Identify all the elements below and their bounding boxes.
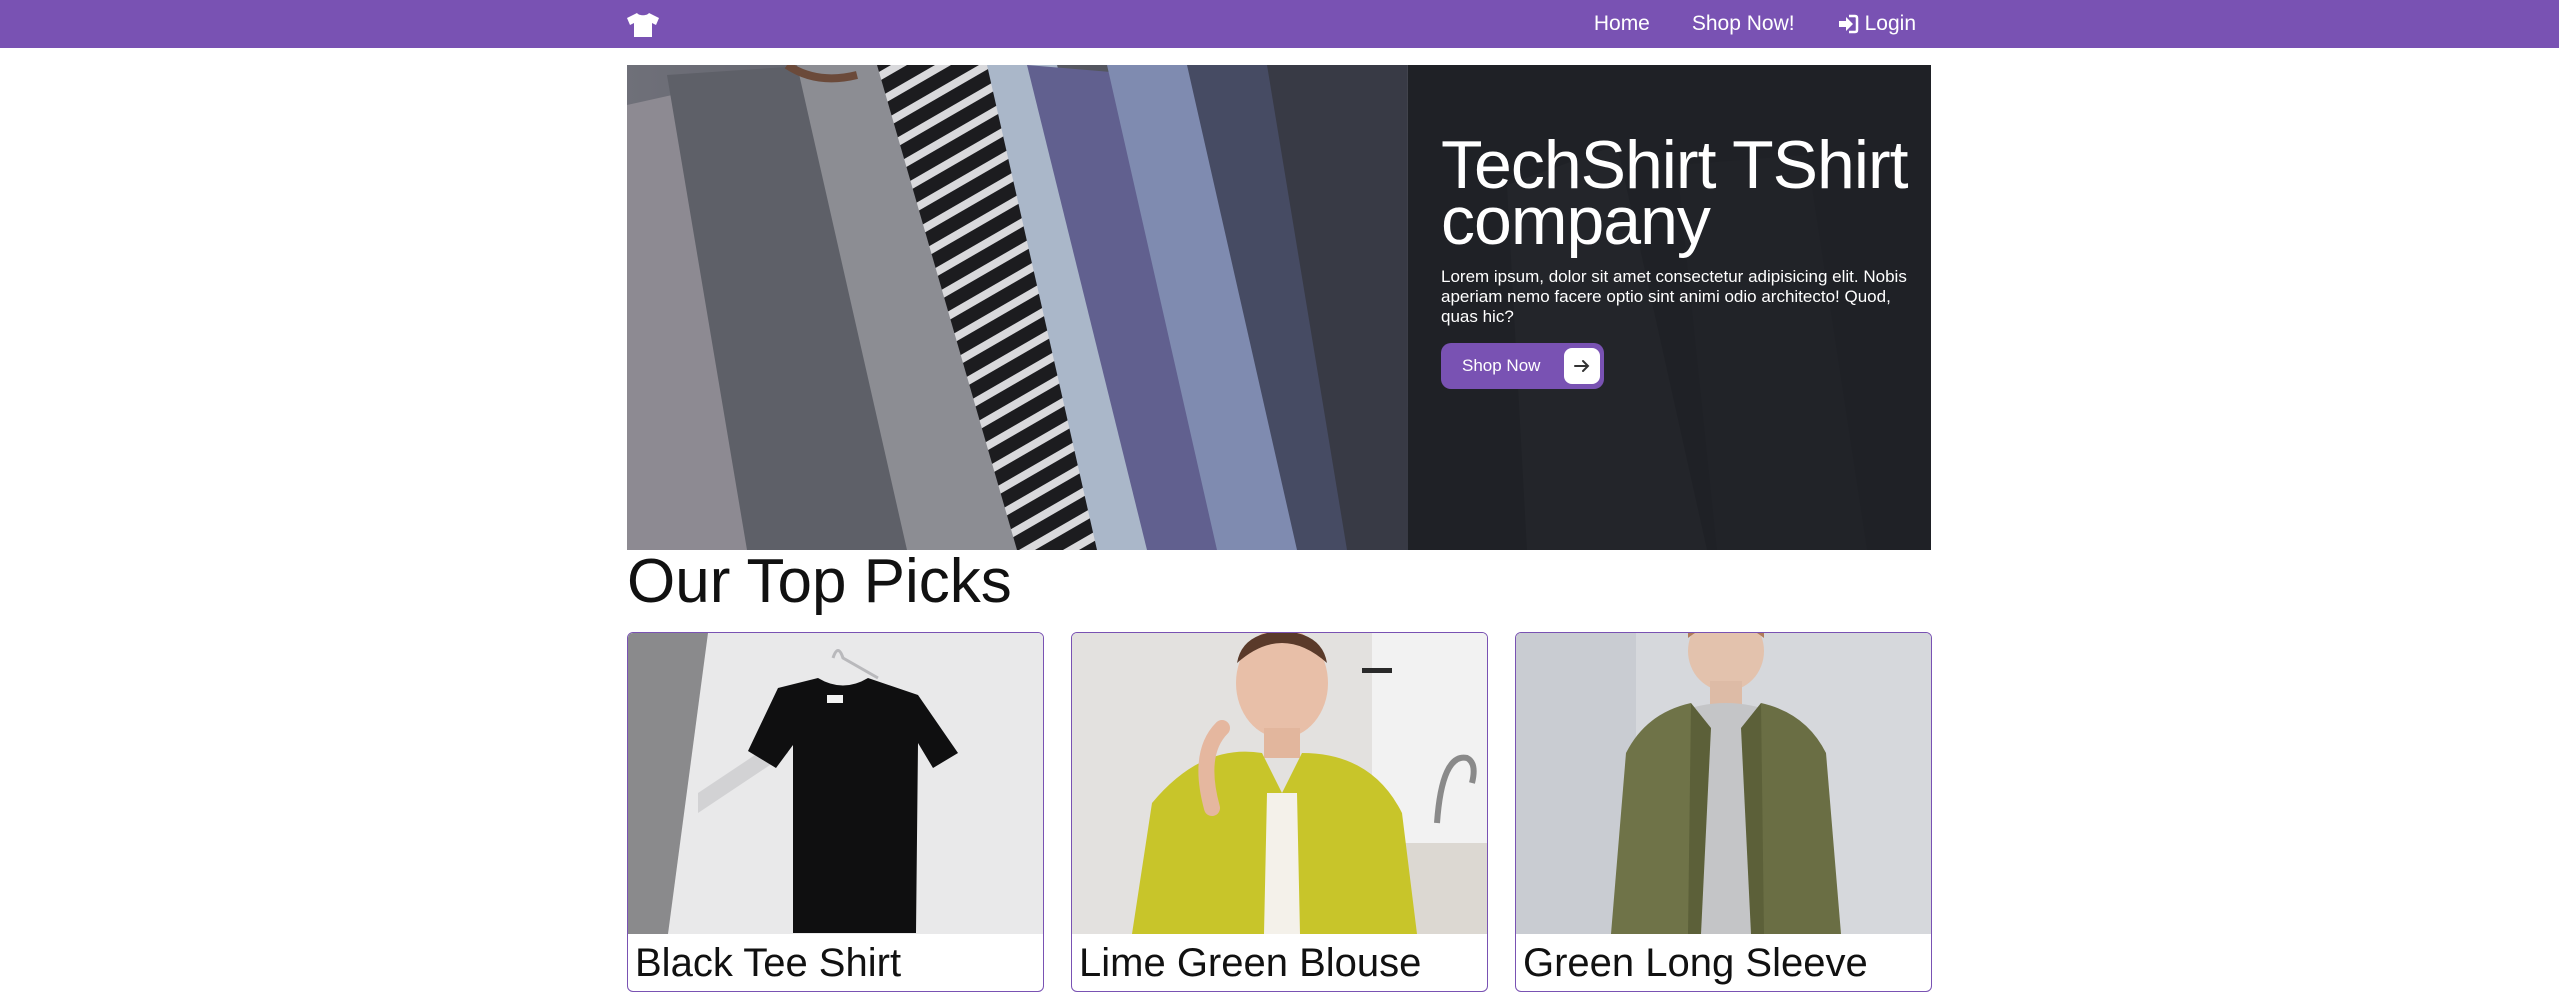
product-card-green-long-sleeve[interactable]: Green Long Sleeve <box>1515 632 1932 992</box>
navbar: Home Shop Now! Login <box>0 0 2559 48</box>
nav-links: Home Shop Now! Login <box>1594 0 1916 48</box>
product-image-black-tee <box>628 633 1043 934</box>
hero-banner: TechShirt TShirt company Lorem ipsum, do… <box>627 65 1931 550</box>
nav-login-link[interactable]: Login <box>1837 12 1916 36</box>
product-title-green-long-sleeve: Green Long Sleeve <box>1523 941 1868 985</box>
product-image-lime-green-blouse <box>1072 633 1487 934</box>
product-image-green-long-sleeve <box>1516 633 1931 934</box>
hero-description: Lorem ipsum, dolor sit amet consectetur … <box>1441 267 1907 326</box>
top-picks-title: Our Top Picks <box>627 547 1012 616</box>
product-title-lime-green-blouse: Lime Green Blouse <box>1079 941 1422 985</box>
product-title-black-tee: Black Tee Shirt <box>635 941 902 985</box>
shop-now-button[interactable]: Shop Now <box>1441 343 1604 389</box>
product-card-lime-green-blouse[interactable]: Lime Green Blouse <box>1071 632 1488 992</box>
nav-home-link[interactable]: Home <box>1594 12 1650 36</box>
product-card-black-tee[interactable]: Black Tee Shirt <box>627 632 1044 992</box>
nav-login-label: Login <box>1864 12 1916 35</box>
nav-home-label: Home <box>1593 12 1650 35</box>
shop-now-label: Shop Now <box>1462 356 1541 375</box>
nav-shop-link[interactable]: Shop Now! <box>1692 12 1795 36</box>
tshirt-icon[interactable] <box>626 12 660 38</box>
sign-in-icon <box>1837 14 1859 34</box>
hero-title: TechShirt TShirt company <box>1441 127 1908 259</box>
nav-shop-label: Shop Now! <box>1691 12 1795 35</box>
arrow-right-icon <box>1564 348 1600 384</box>
